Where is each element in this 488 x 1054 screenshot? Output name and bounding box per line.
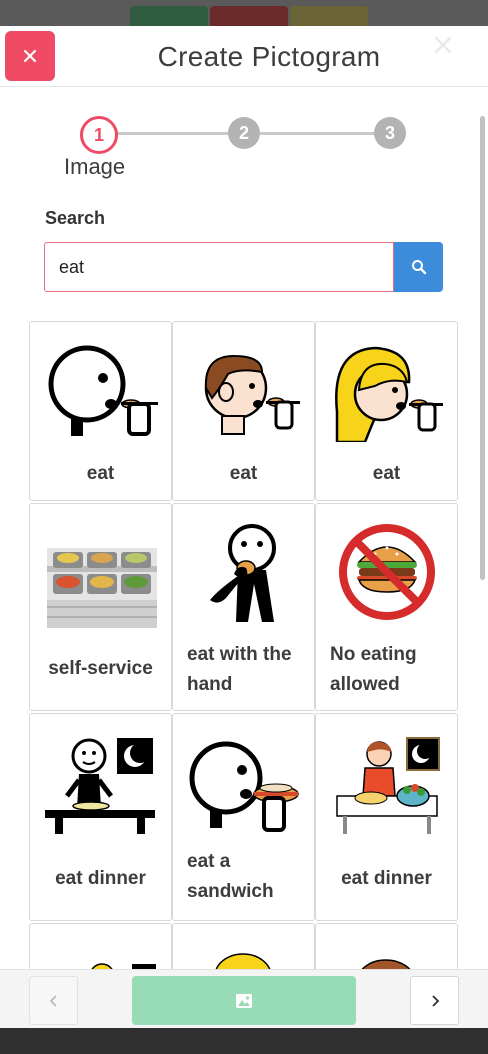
chevron-left-icon — [49, 994, 57, 1007]
result-label: No eating allowed — [316, 640, 457, 700]
chevron-right-icon — [431, 994, 439, 1007]
search-label: Search — [45, 208, 106, 228]
result-label: eat — [372, 463, 401, 484]
result-card[interactable]: No eating allowed — [315, 503, 458, 711]
select-image-button[interactable] — [132, 976, 356, 1025]
background-board — [0, 1028, 488, 1054]
step-1[interactable]: 1 — [80, 116, 118, 154]
result-label: eat dinner — [55, 868, 146, 889]
previous-button[interactable] — [29, 976, 78, 1025]
next-button[interactable] — [410, 976, 459, 1025]
self-service-pictogram — [47, 548, 157, 628]
eat-blonde-pictogram — [335, 346, 443, 442]
result-card[interactable]: self-service — [29, 503, 172, 711]
result-label: self-service — [48, 658, 153, 679]
result-card[interactable]: eat — [29, 321, 172, 501]
result-label-text: No eating allowed — [330, 644, 417, 695]
result-label: eat dinner — [341, 868, 432, 889]
eat-dinner-outline-pictogram — [45, 738, 155, 834]
result-label: eat with the hand — [173, 640, 314, 700]
step-connector — [260, 132, 376, 135]
result-label-text: eat with the hand — [187, 644, 292, 695]
result-card[interactable]: eat — [172, 321, 315, 501]
search-button[interactable] — [394, 242, 443, 292]
result-label-text: eat a sandwich — [187, 851, 274, 902]
search-icon — [411, 260, 426, 275]
result-card[interactable]: eat dinner — [29, 713, 172, 921]
eat-sandwich-pictogram — [189, 741, 299, 832]
eat-outline-pictogram — [48, 345, 158, 436]
result-label: eat a sandwich — [173, 847, 314, 907]
eat-dinner-color-pictogram — [336, 737, 440, 834]
result-label: eat — [229, 463, 258, 484]
result-card[interactable]: eat with the hand — [172, 503, 315, 711]
scrollbar[interactable] — [480, 116, 485, 580]
eat-with-hand-pictogram — [210, 524, 276, 622]
step-label-image: Image — [64, 154, 126, 179]
image-icon — [236, 993, 252, 1008]
no-eating-pictogram — [339, 524, 435, 620]
result-card[interactable]: eat — [315, 321, 458, 501]
eat-brown-hair-pictogram — [204, 354, 300, 435]
modal-header: Create Pictogram — [0, 26, 488, 87]
step-3[interactable]: 3 — [374, 117, 406, 149]
step-2[interactable]: 2 — [228, 117, 260, 149]
modal-footer — [0, 969, 488, 1028]
step-connector — [117, 132, 229, 135]
result-label: eat — [86, 463, 115, 484]
result-card[interactable]: eat a sandwich — [172, 713, 315, 921]
result-card[interactable]: eat dinner — [315, 713, 458, 921]
create-pictogram-modal: Create Pictogram 1 2 3 Image Search eat — [0, 26, 488, 1028]
search-input[interactable] — [44, 242, 394, 292]
dismiss-icon[interactable] — [432, 34, 454, 56]
modal-title: Create Pictogram — [157, 41, 381, 72]
